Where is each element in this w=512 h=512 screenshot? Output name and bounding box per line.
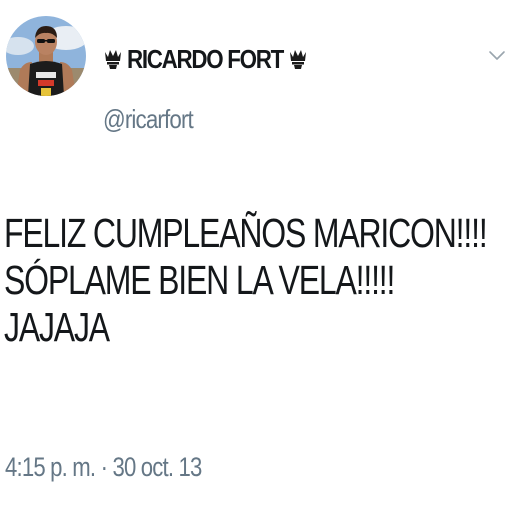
user-handle[interactable]: @ricarfort	[103, 104, 194, 135]
tweet-text-line: SÓPLAME BIEN LA VELA!!!!!	[4, 257, 395, 303]
tweet-text-line: JAJAJA	[4, 304, 110, 350]
chevron-down-icon[interactable]	[488, 50, 506, 62]
display-name: RICARDO FORT	[127, 43, 284, 74]
tweet-card: RICARDO FORT @ricarfort FELIZ CUMPLEAÑOS…	[0, 0, 512, 512]
avatar[interactable]	[6, 16, 86, 96]
tweet-text: FELIZ CUMPLEAÑOS MARICON!!!! SÓPLAME BIE…	[4, 210, 488, 351]
tweet-text-line: FELIZ CUMPLEAÑOS MARICON!!!!	[4, 210, 488, 256]
profile-photo-icon	[6, 16, 86, 96]
author-name-row[interactable]: RICARDO FORT	[103, 42, 308, 76]
timestamp[interactable]: 4:15 p. m. · 30 oct. 13	[5, 452, 202, 483]
crown-icon	[288, 46, 308, 72]
crown-icon	[103, 46, 123, 72]
